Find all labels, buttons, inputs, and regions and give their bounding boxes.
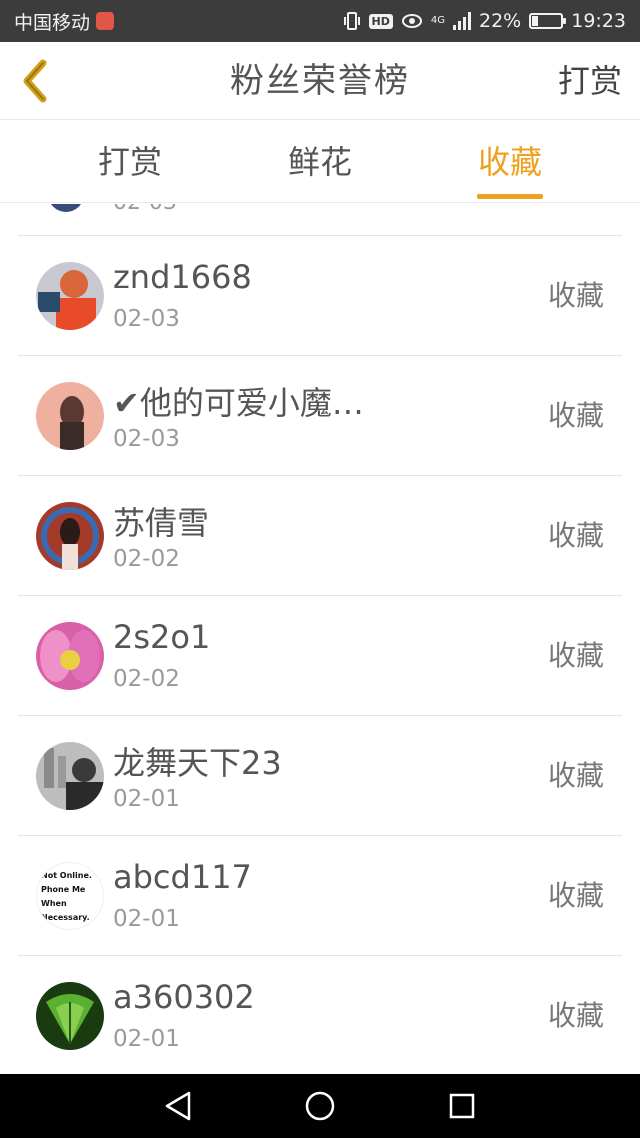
item-action-label: 收藏 — [547, 639, 604, 672]
item-date: 02-02 — [113, 546, 180, 572]
item-name: 苏倩雪 — [113, 504, 210, 542]
item-name: a360302 — [113, 978, 255, 1016]
item-date: 02-03 — [113, 204, 177, 215]
item-date: 02-02 — [113, 666, 180, 692]
battery-icon — [529, 13, 567, 29]
avatar — [36, 982, 104, 1050]
nav-home-button[interactable] — [302, 1088, 338, 1124]
avatar — [36, 622, 104, 690]
system-nav-bar — [0, 1074, 640, 1138]
status-right: HD 4G 22% 19:23 — [343, 0, 626, 42]
item-date: 02-03 — [113, 426, 180, 452]
triangle-back-icon — [165, 1091, 191, 1121]
square-recents-icon — [449, 1093, 475, 1119]
avatar — [48, 204, 84, 212]
item-action-label: 收藏 — [547, 279, 604, 312]
list-item-partial[interactable]: 02-03 — [18, 204, 622, 236]
item-name: znd1668 — [113, 258, 252, 296]
carrier-label: 中国移动 — [14, 11, 91, 34]
avatar-text: Not Online. Phone Me When Necessary. — [41, 871, 92, 922]
tab-flowers[interactable]: 鲜花 — [240, 121, 400, 203]
item-date: 02-01 — [113, 786, 180, 812]
status-left: 中国移动 — [14, 0, 115, 42]
battery-percent: 22% — [479, 10, 522, 32]
item-action-label: 收藏 — [547, 399, 604, 432]
avatar — [36, 382, 104, 450]
item-date: 02-03 — [113, 306, 180, 332]
status-bar: 中国移动 HD 4G 22% 19:23 — [0, 0, 640, 42]
avatar — [36, 502, 104, 570]
list-item[interactable]: a360302 02-01 收藏 — [18, 956, 622, 1074]
list-item[interactable]: Not Online. Phone Me When Necessary. abc… — [18, 836, 622, 956]
tab-reward[interactable]: 打赏 — [50, 121, 210, 203]
item-name: 龙舞天下23 — [113, 744, 282, 782]
battery-level — [532, 16, 539, 26]
circle-home-icon — [305, 1091, 335, 1121]
avatar — [36, 262, 104, 330]
reward-button[interactable]: 打赏 — [558, 42, 622, 120]
item-date: 02-01 — [113, 906, 180, 932]
clock: 19:23 — [571, 10, 626, 32]
item-date: 02-01 — [113, 1026, 180, 1052]
vibrate-icon — [343, 11, 361, 31]
nav-recents-button[interactable] — [444, 1088, 480, 1124]
list-item[interactable]: znd1668 02-03 收藏 — [18, 236, 622, 356]
header: 粉丝荣誉榜 打赏 — [0, 42, 640, 120]
item-action-label: 收藏 — [547, 519, 604, 552]
item-action-label: 收藏 — [547, 999, 604, 1032]
list-item[interactable]: 2s2o1 02-02 收藏 — [18, 596, 622, 716]
list-item[interactable]: ✔他的可爱小魔… 02-03 收藏 — [18, 356, 622, 476]
notification-icon — [96, 12, 115, 30]
fan-list[interactable]: 02-03 znd1668 02-03 收藏 ✔他的可爱小魔… 02-03 收藏… — [0, 204, 640, 1074]
avatar: Not Online. Phone Me When Necessary. — [36, 862, 104, 930]
eye-icon — [401, 13, 423, 29]
list-item[interactable]: 龙舞天下23 02-01 收藏 — [18, 716, 622, 836]
avatar — [36, 742, 104, 810]
tab-bar: 打赏 鲜花 收藏 — [0, 121, 640, 203]
page-title: 粉丝荣誉榜 — [230, 61, 410, 101]
hd-badge: HD — [368, 13, 393, 29]
nav-back-button[interactable] — [160, 1088, 196, 1124]
network-type: 4G — [430, 15, 445, 26]
item-action-label: 收藏 — [547, 879, 604, 912]
tab-favorites[interactable]: 收藏 — [430, 121, 590, 203]
item-name: abcd117 — [113, 858, 252, 896]
item-name: ✔他的可爱小魔… — [113, 384, 364, 422]
list-item[interactable]: 苏倩雪 02-02 收藏 — [18, 476, 622, 596]
item-name: 2s2o1 — [113, 618, 211, 656]
item-action-label: 收藏 — [547, 759, 604, 792]
signal-icon — [453, 12, 471, 30]
active-tab-indicator — [477, 194, 543, 199]
page: 中国移动 HD 4G 22% 19:23 粉丝荣誉榜 打赏 打赏 鲜花 收藏 z… — [0, 0, 640, 1138]
